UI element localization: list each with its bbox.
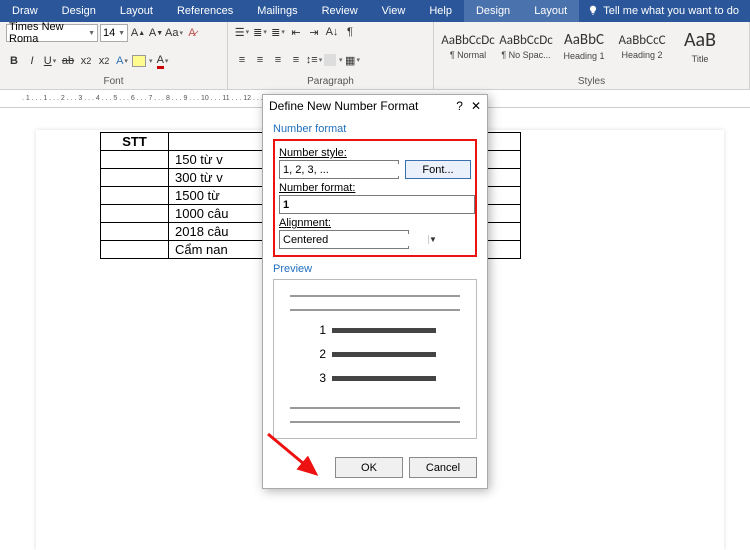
number-format-value[interactable] bbox=[280, 199, 474, 211]
tab-review[interactable]: Review bbox=[310, 0, 370, 22]
strike-icon[interactable]: ab bbox=[60, 53, 76, 69]
number-style-select[interactable]: ▼ bbox=[279, 160, 399, 179]
show-marks-icon[interactable]: ¶ bbox=[342, 24, 358, 40]
align-right-icon[interactable]: ≡ bbox=[270, 52, 286, 68]
alignment-label: Alignment: bbox=[279, 217, 471, 229]
style-3[interactable]: AaBbCcCHeading 2 bbox=[614, 24, 670, 68]
alignment-value[interactable] bbox=[280, 234, 428, 246]
highlight-icon[interactable] bbox=[132, 55, 146, 67]
font-color-icon[interactable]: A▾ bbox=[155, 53, 171, 69]
number-format-section: Number format bbox=[273, 123, 477, 135]
group-font: Times New Roma▼ 14▼ A▲ A▼ Aa▾ A̷ B I U▾ … bbox=[0, 22, 228, 89]
table-header[interactable]: STT bbox=[101, 133, 169, 151]
lightbulb-icon bbox=[587, 5, 599, 17]
style-1[interactable]: AaBbCcDc¶ No Spac... bbox=[498, 24, 554, 68]
ok-button[interactable]: OK bbox=[335, 457, 403, 478]
grow-font-icon[interactable]: A▲ bbox=[130, 25, 146, 41]
preview-item: 2 bbox=[314, 347, 436, 361]
alignment-select[interactable]: ▼ bbox=[279, 230, 409, 249]
tab-layout[interactable]: Layout bbox=[108, 0, 165, 22]
preview-box: 1 2 3 bbox=[273, 279, 477, 439]
ribbon: Times New Roma▼ 14▼ A▲ A▼ Aa▾ A̷ B I U▾ … bbox=[0, 22, 750, 90]
tab-references[interactable]: References bbox=[165, 0, 245, 22]
tab-design[interactable]: Design bbox=[50, 0, 108, 22]
multilevel-icon[interactable]: ≣▾ bbox=[270, 24, 286, 40]
text-effects-icon[interactable]: A▾ bbox=[114, 53, 130, 69]
align-left-icon[interactable]: ≡ bbox=[234, 52, 250, 68]
bold-icon[interactable]: B bbox=[6, 53, 22, 69]
styles-group-label: Styles bbox=[440, 76, 743, 87]
font-name-select[interactable]: Times New Roma▼ bbox=[6, 24, 98, 42]
tellme-label: Tell me what you want to do bbox=[603, 5, 739, 17]
number-format-input[interactable] bbox=[279, 195, 475, 214]
chevron-down-icon[interactable]: ▼ bbox=[428, 235, 437, 244]
shading-icon[interactable] bbox=[324, 54, 336, 66]
borders-icon[interactable]: ▦▾ bbox=[345, 52, 361, 68]
define-number-format-dialog: Define New Number Format ? ✕ Number form… bbox=[262, 94, 488, 489]
numbering-icon[interactable]: ≣▾ bbox=[252, 24, 268, 40]
dialog-titlebar: Define New Number Format ? ✕ bbox=[263, 95, 487, 117]
change-case-icon[interactable]: Aa▾ bbox=[166, 25, 182, 41]
group-styles: AaBbCcDc¶ NormalAaBbCcDc¶ No Spac...AaBb… bbox=[434, 22, 750, 89]
style-4[interactable]: AaBTitle bbox=[672, 24, 728, 68]
decrease-indent-icon[interactable]: ⇤ bbox=[288, 24, 304, 40]
superscript-icon[interactable]: x2 bbox=[96, 53, 112, 69]
preview-item: 1 bbox=[314, 323, 436, 337]
close-icon[interactable]: ✕ bbox=[471, 99, 481, 113]
shrink-font-icon[interactable]: A▼ bbox=[148, 25, 164, 41]
ribbon-tabs: Draw Design Layout References Mailings R… bbox=[0, 0, 750, 22]
italic-icon[interactable]: I bbox=[24, 53, 40, 69]
dialog-title: Define New Number Format bbox=[269, 99, 418, 113]
bullets-icon[interactable]: ☰▾ bbox=[234, 24, 250, 40]
preview-item: 3 bbox=[314, 371, 436, 385]
font-button[interactable]: Font... bbox=[405, 160, 471, 179]
font-size-select[interactable]: 14▼ bbox=[100, 24, 128, 42]
preview-label: Preview bbox=[273, 263, 477, 275]
tab-draw[interactable]: Draw bbox=[0, 0, 50, 22]
tab-help[interactable]: Help bbox=[417, 0, 464, 22]
underline-icon[interactable]: U▾ bbox=[42, 53, 58, 69]
tab-mailings[interactable]: Mailings bbox=[245, 0, 309, 22]
paragraph-group-label: Paragraph bbox=[234, 76, 427, 87]
tab-tabletools-design[interactable]: Design bbox=[464, 0, 522, 22]
number-style-label: Number style: bbox=[279, 147, 471, 159]
group-paragraph: ☰▾ ≣▾ ≣▾ ⇤ ⇥ A↓ ¶ ≡ ≡ ≡ ≡ ↕≡▾ ▾ ▦▾ Parag… bbox=[228, 22, 434, 89]
tab-view[interactable]: View bbox=[370, 0, 418, 22]
style-0[interactable]: AaBbCcDc¶ Normal bbox=[440, 24, 496, 68]
cancel-button[interactable]: Cancel bbox=[409, 457, 477, 478]
align-center-icon[interactable]: ≡ bbox=[252, 52, 268, 68]
tellme-search[interactable]: Tell me what you want to do bbox=[579, 5, 739, 17]
number-format-label: Number format: bbox=[279, 182, 471, 194]
style-2[interactable]: AaBbCHeading 1 bbox=[556, 24, 612, 68]
justify-icon[interactable]: ≡ bbox=[288, 52, 304, 68]
tab-tabletools-layout[interactable]: Layout bbox=[522, 0, 579, 22]
highlighted-fields: Number style: ▼ Font... Number format: A… bbox=[273, 139, 477, 257]
help-icon[interactable]: ? bbox=[456, 99, 463, 113]
subscript-icon[interactable]: x2 bbox=[78, 53, 94, 69]
increase-indent-icon[interactable]: ⇥ bbox=[306, 24, 322, 40]
line-spacing-icon[interactable]: ↕≡▾ bbox=[306, 52, 322, 68]
clear-format-icon[interactable]: A̷ bbox=[184, 25, 200, 41]
font-group-label: Font bbox=[6, 76, 221, 87]
sort-icon[interactable]: A↓ bbox=[324, 24, 340, 40]
